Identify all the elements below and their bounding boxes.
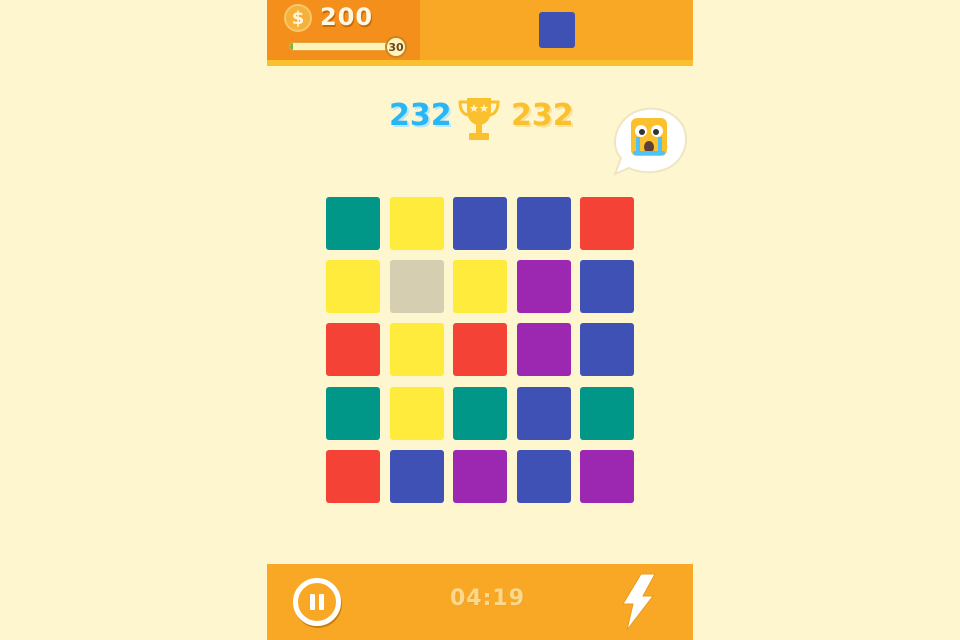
coin-symbol: $ xyxy=(291,7,305,29)
game-screen: $ 200 30 232 232 04:19 xyxy=(267,0,693,640)
pause-icon-bar xyxy=(310,594,315,610)
player-score: 232 xyxy=(389,98,452,133)
level-badge: 30 xyxy=(385,36,407,58)
tile-blue[interactable] xyxy=(516,386,571,440)
tile-purple[interactable] xyxy=(516,260,571,314)
tile-red[interactable] xyxy=(326,323,380,377)
tile-red[interactable] xyxy=(453,323,507,377)
tile-green[interactable] xyxy=(326,197,380,250)
trophy-icon xyxy=(458,98,500,140)
game-board xyxy=(326,197,634,503)
tile-blue[interactable] xyxy=(580,260,634,314)
coin-panel: $ 200 30 xyxy=(267,0,420,60)
tile-blue[interactable] xyxy=(580,323,634,377)
pause-button[interactable] xyxy=(293,578,341,626)
crying-face-icon xyxy=(631,118,667,156)
tile-green[interactable] xyxy=(580,386,634,440)
tile-blue[interactable] xyxy=(389,449,444,503)
tile-yellow[interactable] xyxy=(326,260,380,314)
tile-yellow[interactable] xyxy=(453,260,507,314)
tile-yellow[interactable] xyxy=(389,386,444,440)
tile-red[interactable] xyxy=(326,449,380,503)
tile-purple[interactable] xyxy=(453,449,507,503)
pause-icon-bar xyxy=(319,594,324,610)
tile-green[interactable] xyxy=(326,386,380,440)
best-score: 232 xyxy=(511,98,574,133)
xp-progress-fill xyxy=(290,43,294,50)
top-bar: $ 200 30 xyxy=(267,0,693,60)
tile-blue[interactable] xyxy=(516,449,571,503)
coin-icon: $ xyxy=(284,4,312,32)
tile-green[interactable] xyxy=(453,386,507,440)
tile-purple[interactable] xyxy=(580,449,634,503)
tile-gray[interactable] xyxy=(389,260,444,314)
tile-purple[interactable] xyxy=(516,323,571,377)
tile-red[interactable] xyxy=(580,197,634,250)
coin-count: 200 xyxy=(320,3,374,31)
next-color-tile xyxy=(539,12,575,48)
tile-blue[interactable] xyxy=(453,197,507,250)
game-timer: 04:19 xyxy=(450,586,526,611)
tile-blue[interactable] xyxy=(516,197,571,250)
top-bar-stripe xyxy=(267,60,693,66)
tile-yellow[interactable] xyxy=(389,323,444,377)
lightning-icon[interactable] xyxy=(617,572,659,632)
bottom-bar: 04:19 xyxy=(267,564,693,640)
tile-yellow[interactable] xyxy=(389,197,444,250)
